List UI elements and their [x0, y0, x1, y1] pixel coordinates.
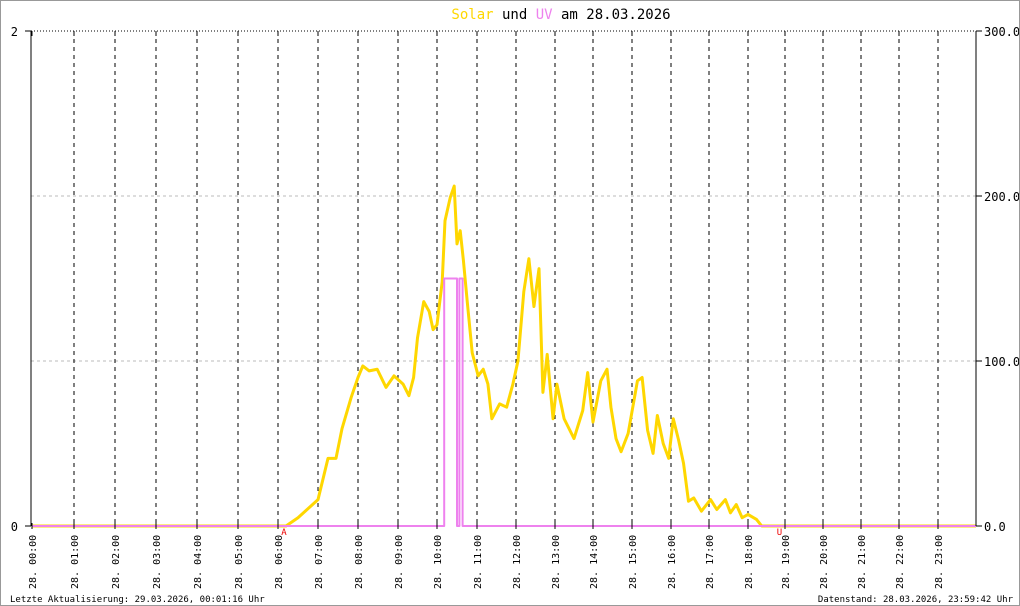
title-und: und [494, 7, 536, 23]
x-tick-label: 28. 03:00 [152, 535, 163, 589]
x-tick-label: 28. 21:00 [857, 535, 868, 589]
x-tick-label: 28. 09:00 [394, 535, 405, 589]
x-tick-label: 28. 00:00 [28, 535, 39, 589]
x-tick-label: 28. 19:00 [781, 535, 792, 589]
x-tick-label: 28. 18:00 [744, 535, 755, 589]
solar-uv-chart: 28. 00:00 28. 01:00 28. 02:00 28. 03:00 28. … [10, 7, 1020, 605]
x-tick-label: 28. 20:00 [819, 535, 830, 589]
title-uv: UV [536, 7, 553, 23]
x-tick-label: 28. 04:00 [193, 535, 204, 589]
series-line-uv [32, 277, 976, 527]
x-tick-label: 28. 01:00 [70, 535, 81, 589]
x-tick-label: 28. 17:00 [705, 535, 716, 589]
x-tick-label: 28. 23:00 [934, 535, 945, 589]
right-tick-label: 200.0 [984, 190, 1020, 204]
sun-marker-A: A [281, 528, 287, 538]
chart-title: Solar und UV am 28.03.2026 [451, 7, 670, 23]
series-line-solar [32, 184, 976, 528]
sun-marker-U: U [777, 528, 782, 538]
x-tick-label: 28. 22:00 [895, 535, 906, 589]
x-tick-label: 28. 10:00 [433, 535, 444, 589]
chart-container: 28. 00:00 28. 01:00 28. 02:00 28. 03:00 28. … [0, 0, 1020, 606]
left-tick-label: 2 [11, 25, 18, 39]
right-tick-label: 100.0 [984, 355, 1020, 369]
x-tick-label: 28. 05:00 [234, 535, 245, 589]
title-solar: Solar [451, 7, 493, 23]
title-date: am 28.03.2026 [553, 7, 671, 23]
right-tick-label: 0.0 [984, 520, 1006, 534]
x-tick-label: 28. 02:00 [111, 535, 122, 589]
left-tick-label: 0 [11, 520, 18, 534]
x-tick-label: 28. 15:00 [628, 535, 639, 589]
x-tick-label: 28. 07:00 [314, 535, 325, 589]
x-tick-label: 28. 14:00 [589, 535, 600, 589]
x-tick-label: 28. 06:00 [274, 535, 285, 589]
x-tick-label: 28. 13:00 [551, 535, 562, 589]
data-status-text: Datenstand: 28.03.2026, 23:59:42 Uhr [818, 595, 1014, 605]
x-tick-label: 28. 16:00 [667, 535, 678, 589]
x-tick-label: 28. 11:00 [473, 535, 484, 589]
x-tick-label: 28. 08:00 [354, 535, 365, 589]
right-tick-label: 300.0 [984, 25, 1020, 39]
x-tick-label: 28. 12:00 [512, 535, 523, 589]
last-update-text: Letzte Aktualisierung: 29.03.2026, 00:01… [10, 595, 265, 605]
